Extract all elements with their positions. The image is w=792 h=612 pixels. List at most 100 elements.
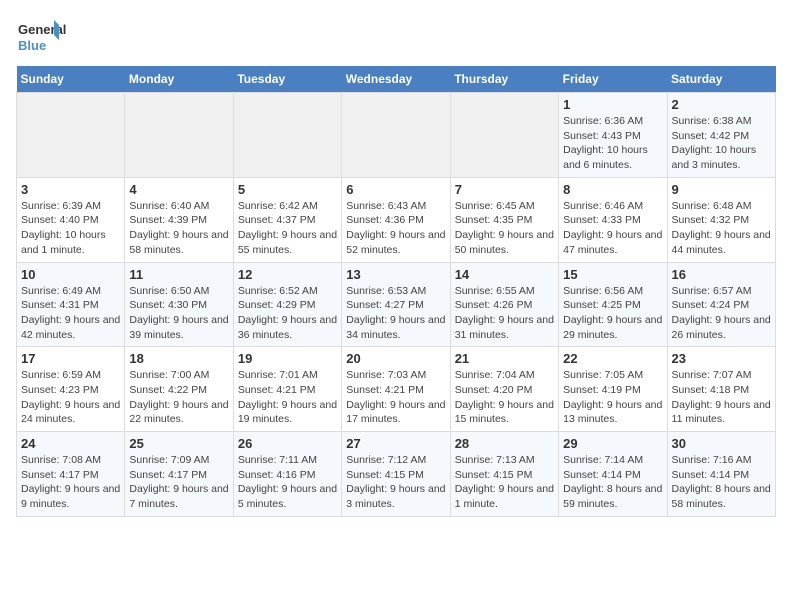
day-number: 30 <box>672 436 771 451</box>
day-info: Sunrise: 6:48 AMSunset: 4:32 PMDaylight:… <box>672 199 771 258</box>
day-number: 10 <box>21 267 120 282</box>
week-row-3: 10 Sunrise: 6:49 AMSunset: 4:31 PMDayligh… <box>17 262 776 347</box>
day-cell: 4 Sunrise: 6:40 AMSunset: 4:39 PMDaylight… <box>125 177 233 262</box>
day-info: Sunrise: 6:40 AMSunset: 4:39 PMDaylight:… <box>129 199 228 258</box>
day-number: 9 <box>672 182 771 197</box>
day-cell <box>233 93 341 178</box>
day-number: 20 <box>346 351 445 366</box>
day-cell: 7Sunrise: 6:45 AMSunset: 4:35 PMDaylight… <box>450 177 558 262</box>
day-info: Sunrise: 6:46 AMSunset: 4:33 PMDaylight:… <box>563 199 662 258</box>
day-info: Sunrise: 6:42 AMSunset: 4:37 PMDaylight:… <box>238 199 337 258</box>
day-cell: 10 Sunrise: 6:49 AMSunset: 4:31 PMDayligh… <box>17 262 125 347</box>
weekday-header-tuesday: Tuesday <box>233 66 341 93</box>
day-info: Sunrise: 7:01 AMSunset: 4:21 PMDaylight:… <box>238 368 337 427</box>
day-number: 15 <box>563 267 662 282</box>
logo: GeneralBlue <box>16 16 66 56</box>
day-number: 7 <box>455 182 554 197</box>
day-cell: 21 Sunrise: 7:04 AMSunset: 4:20 PMDayligh… <box>450 347 558 432</box>
day-number: 5 <box>238 182 337 197</box>
day-cell: 24 Sunrise: 7:08 AMSunset: 4:17 PMDayligh… <box>17 432 125 517</box>
day-cell: 15 Sunrise: 6:56 AMSunset: 4:25 PMDayligh… <box>559 262 667 347</box>
week-row-5: 24 Sunrise: 7:08 AMSunset: 4:17 PMDayligh… <box>17 432 776 517</box>
weekday-header-friday: Friday <box>559 66 667 93</box>
day-number: 8 <box>563 182 662 197</box>
day-info: Sunrise: 6:59 AMSunset: 4:23 PMDaylight:… <box>21 368 120 427</box>
day-info: Sunrise: 7:05 AMSunset: 4:19 PMDaylight:… <box>563 368 662 427</box>
day-number: 19 <box>238 351 337 366</box>
weekday-header-thursday: Thursday <box>450 66 558 93</box>
day-info: Sunrise: 7:09 AMSunset: 4:17 PMDaylight:… <box>129 453 228 512</box>
weekday-header-wednesday: Wednesday <box>342 66 450 93</box>
day-info: Sunrise: 6:50 AMSunset: 4:30 PMDaylight:… <box>129 284 228 343</box>
day-cell: 11Sunrise: 6:50 AMSunset: 4:30 PMDayligh… <box>125 262 233 347</box>
day-number: 26 <box>238 436 337 451</box>
day-number: 27 <box>346 436 445 451</box>
week-row-1: 1 Sunrise: 6:36 AMSunset: 4:43 PMDaylight… <box>17 93 776 178</box>
day-info: Sunrise: 6:52 AMSunset: 4:29 PMDaylight:… <box>238 284 337 343</box>
weekday-header-sunday: Sunday <box>17 66 125 93</box>
day-cell: 30 Sunrise: 7:16 AMSunset: 4:14 PMDayligh… <box>667 432 775 517</box>
day-info: Sunrise: 7:16 AMSunset: 4:14 PMDaylight:… <box>672 453 771 512</box>
day-cell: 17 Sunrise: 6:59 AMSunset: 4:23 PMDayligh… <box>17 347 125 432</box>
day-number: 14 <box>455 267 554 282</box>
day-info: Sunrise: 6:43 AMSunset: 4:36 PMDaylight:… <box>346 199 445 258</box>
day-info: Sunrise: 7:14 AMSunset: 4:14 PMDaylight:… <box>563 453 662 512</box>
day-cell: 19 Sunrise: 7:01 AMSunset: 4:21 PMDayligh… <box>233 347 341 432</box>
day-number: 13 <box>346 267 445 282</box>
day-number: 1 <box>563 97 662 112</box>
day-number: 25 <box>129 436 228 451</box>
day-cell: 27 Sunrise: 7:12 AMSunset: 4:15 PMDayligh… <box>342 432 450 517</box>
day-cell: 16 Sunrise: 6:57 AMSunset: 4:24 PMDayligh… <box>667 262 775 347</box>
day-cell <box>342 93 450 178</box>
day-cell <box>450 93 558 178</box>
day-number: 16 <box>672 267 771 282</box>
day-number: 3 <box>21 182 120 197</box>
day-number: 17 <box>21 351 120 366</box>
day-cell: 22 Sunrise: 7:05 AMSunset: 4:19 PMDayligh… <box>559 347 667 432</box>
day-cell: 3 Sunrise: 6:39 AMSunset: 4:40 PMDaylight… <box>17 177 125 262</box>
day-cell: 13 Sunrise: 6:53 AMSunset: 4:27 PMDayligh… <box>342 262 450 347</box>
day-info: Sunrise: 7:12 AMSunset: 4:15 PMDaylight:… <box>346 453 445 512</box>
day-cell: 23Sunrise: 7:07 AMSunset: 4:18 PMDayligh… <box>667 347 775 432</box>
day-cell: 28Sunrise: 7:13 AMSunset: 4:15 PMDayligh… <box>450 432 558 517</box>
day-info: Sunrise: 6:53 AMSunset: 4:27 PMDaylight:… <box>346 284 445 343</box>
day-number: 2 <box>672 97 771 112</box>
day-cell <box>125 93 233 178</box>
day-number: 18 <box>129 351 228 366</box>
day-number: 6 <box>346 182 445 197</box>
weekday-header-saturday: Saturday <box>667 66 775 93</box>
day-info: Sunrise: 7:08 AMSunset: 4:17 PMDaylight:… <box>21 453 120 512</box>
svg-text:Blue: Blue <box>18 38 46 53</box>
day-cell: 12Sunrise: 6:52 AMSunset: 4:29 PMDayligh… <box>233 262 341 347</box>
day-info: Sunrise: 6:49 AMSunset: 4:31 PMDaylight:… <box>21 284 120 343</box>
day-cell: 14 Sunrise: 6:55 AMSunset: 4:26 PMDayligh… <box>450 262 558 347</box>
header: GeneralBlue <box>16 16 776 56</box>
day-info: Sunrise: 7:00 AMSunset: 4:22 PMDaylight:… <box>129 368 228 427</box>
day-info: Sunrise: 7:03 AMSunset: 4:21 PMDaylight:… <box>346 368 445 427</box>
day-info: Sunrise: 6:39 AMSunset: 4:40 PMDaylight:… <box>21 199 120 258</box>
calendar-table: SundayMondayTuesdayWednesdayThursdayFrid… <box>16 66 776 517</box>
day-cell: 26 Sunrise: 7:11 AMSunset: 4:16 PMDayligh… <box>233 432 341 517</box>
day-number: 24 <box>21 436 120 451</box>
day-cell: 8 Sunrise: 6:46 AMSunset: 4:33 PMDaylight… <box>559 177 667 262</box>
day-info: Sunrise: 6:38 AMSunset: 4:42 PMDaylight:… <box>672 114 771 173</box>
day-info: Sunrise: 6:57 AMSunset: 4:24 PMDaylight:… <box>672 284 771 343</box>
day-number: 29 <box>563 436 662 451</box>
day-number: 21 <box>455 351 554 366</box>
day-info: Sunrise: 6:36 AMSunset: 4:43 PMDaylight:… <box>563 114 662 173</box>
day-number: 4 <box>129 182 228 197</box>
day-info: Sunrise: 7:07 AMSunset: 4:18 PMDaylight:… <box>672 368 771 427</box>
week-row-4: 17 Sunrise: 6:59 AMSunset: 4:23 PMDayligh… <box>17 347 776 432</box>
day-cell: 25 Sunrise: 7:09 AMSunset: 4:17 PMDayligh… <box>125 432 233 517</box>
day-number: 22 <box>563 351 662 366</box>
day-cell <box>17 93 125 178</box>
weekday-header-row: SundayMondayTuesdayWednesdayThursdayFrid… <box>17 66 776 93</box>
day-info: Sunrise: 7:13 AMSunset: 4:15 PMDaylight:… <box>455 453 554 512</box>
day-info: Sunrise: 6:56 AMSunset: 4:25 PMDaylight:… <box>563 284 662 343</box>
day-info: Sunrise: 7:11 AMSunset: 4:16 PMDaylight:… <box>238 453 337 512</box>
day-info: Sunrise: 7:04 AMSunset: 4:20 PMDaylight:… <box>455 368 554 427</box>
day-cell: 1 Sunrise: 6:36 AMSunset: 4:43 PMDaylight… <box>559 93 667 178</box>
day-cell: 29 Sunrise: 7:14 AMSunset: 4:14 PMDayligh… <box>559 432 667 517</box>
day-info: Sunrise: 6:55 AMSunset: 4:26 PMDaylight:… <box>455 284 554 343</box>
logo-svg: GeneralBlue <box>16 16 66 56</box>
